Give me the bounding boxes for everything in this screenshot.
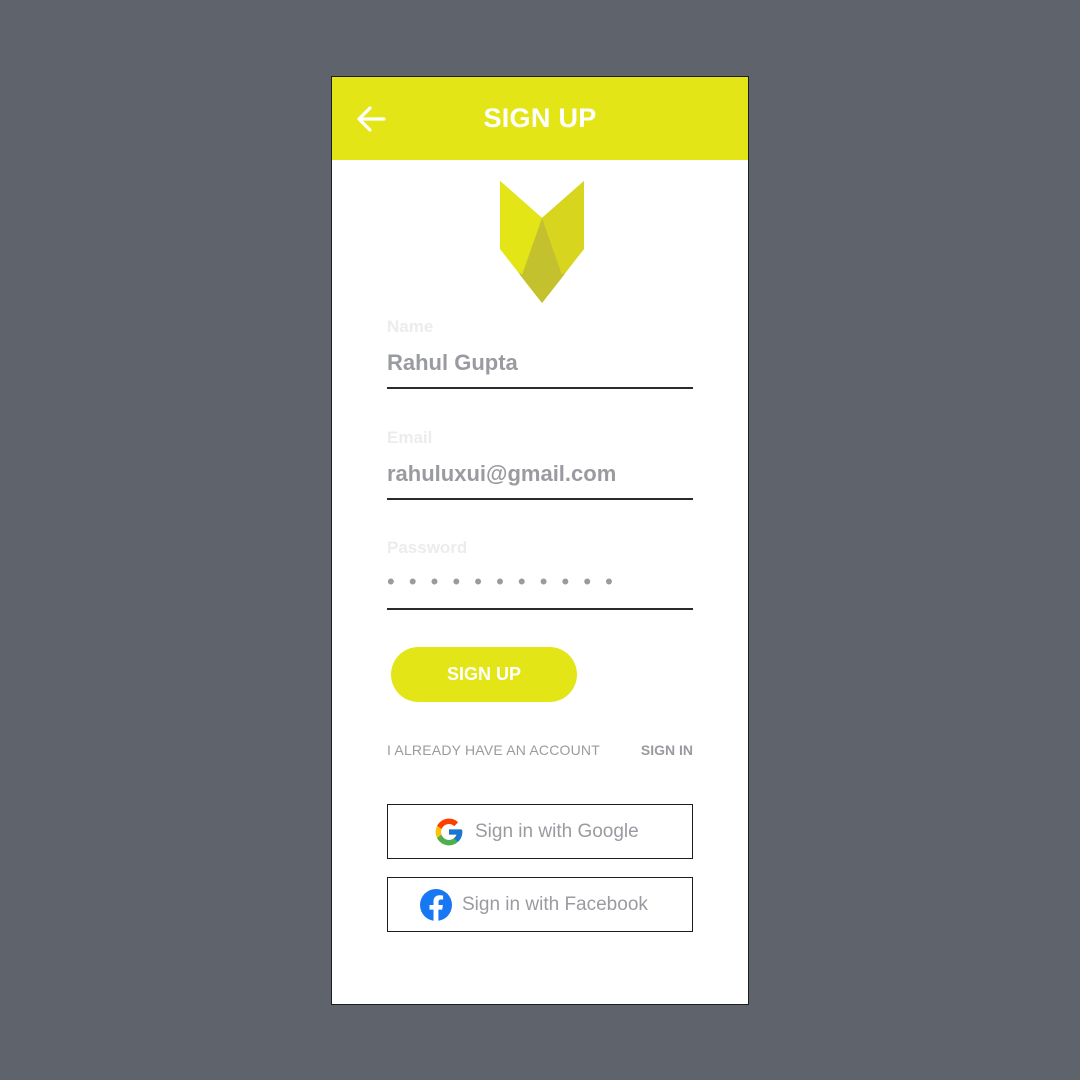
app-bar: SIGN UP — [332, 77, 748, 160]
email-underline — [387, 498, 693, 500]
phone-screen: SIGN UP Name Rahul Gupta Email rahuluxui… — [331, 76, 749, 1005]
page-title: SIGN UP — [483, 103, 597, 133]
sign-in-link[interactable]: SIGN IN — [641, 740, 693, 760]
name-field: Name Rahul Gupta — [387, 317, 693, 391]
facebook-signin-button[interactable]: Sign in with Facebook — [387, 877, 693, 932]
name-underline — [387, 387, 693, 389]
account-row: I ALREADY HAVE AN ACCOUNT SIGN IN — [387, 740, 693, 760]
password-input[interactable]: • • • • • • • • • • • — [387, 568, 617, 596]
already-have-account-text: I ALREADY HAVE AN ACCOUNT — [387, 742, 600, 758]
google-signin-label: Sign in with Google — [475, 820, 639, 842]
name-input[interactable]: Rahul Gupta — [387, 349, 693, 377]
email-label: Email — [387, 428, 433, 447]
signup-button[interactable]: SIGN UP — [391, 647, 577, 702]
shield-chevron-logo — [500, 181, 584, 303]
google-signin-button[interactable]: Sign in with Google — [387, 804, 693, 859]
facebook-signin-label: Sign in with Facebook — [462, 893, 648, 915]
password-label: Password — [387, 538, 468, 557]
name-label: Name — [387, 317, 434, 336]
google-icon — [435, 818, 463, 845]
facebook-icon — [420, 888, 452, 921]
email-input[interactable]: rahuluxui@gmail.com — [387, 460, 693, 488]
email-field: Email rahuluxui@gmail.com — [387, 428, 693, 502]
password-underline — [387, 608, 693, 610]
password-field: Password • • • • • • • • • • • — [387, 538, 693, 612]
